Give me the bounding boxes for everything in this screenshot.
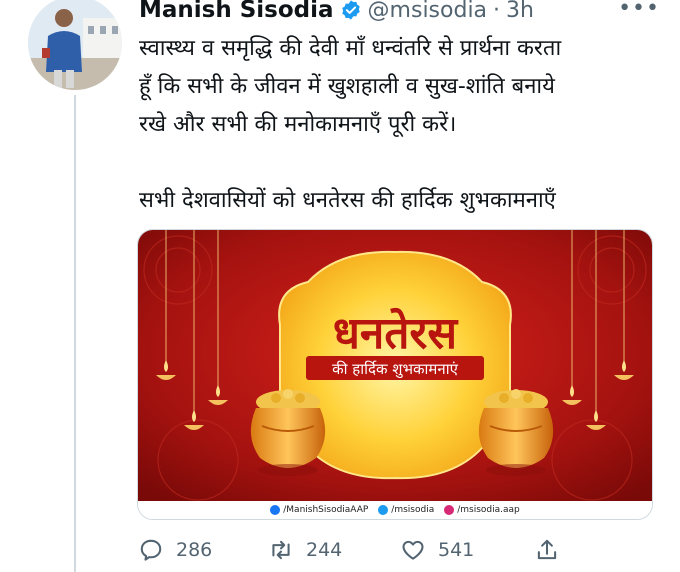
tweet-text-line: रखे और सभी की मनोकामनाएँ पूरी करें। xyxy=(139,112,457,137)
like-button[interactable]: 541 xyxy=(400,532,474,568)
social-facebook: /ManishSisodiaAAP xyxy=(270,505,368,515)
thread-line xyxy=(74,95,76,572)
like-count: 541 xyxy=(438,539,475,561)
avatar-photo xyxy=(28,0,122,90)
twitter-icon xyxy=(378,505,389,515)
social-label: /msisodia xyxy=(391,505,435,515)
facebook-icon xyxy=(270,505,281,515)
author-name[interactable]: Manish Sisodia xyxy=(139,0,334,23)
retweet-count: 244 xyxy=(306,539,343,561)
retweet-icon xyxy=(272,540,290,560)
tweet-text-line: हूँ कि सभी के जीवन में खुशहाली व सुख-शां… xyxy=(139,74,555,99)
heart-icon xyxy=(402,540,424,560)
social-twitter: /msisodia xyxy=(378,505,434,515)
tweet-text: स्वास्थ्य व समृद्धि की देवी माँ धन्वंतरि… xyxy=(139,30,659,220)
avatar[interactable] xyxy=(28,0,122,90)
poster-title: धनतेरस xyxy=(333,307,460,359)
retweet-button[interactable]: 244 xyxy=(268,532,342,568)
dhanteras-poster: धनतेरस की हार्दिक शुभकामनाएं xyxy=(138,230,652,501)
reply-button[interactable]: 286 xyxy=(138,532,212,568)
tweet-text-line: स्वास्थ्य व समृद्धि की देवी माँ धन्वंतरि… xyxy=(139,36,562,61)
separator-dot: · xyxy=(493,0,501,23)
author-handle[interactable]: @msisodia xyxy=(368,0,488,23)
social-instagram: /msisodia.aap xyxy=(444,505,520,515)
more-options-icon[interactable]: ••• xyxy=(618,0,660,21)
tweet-time[interactable]: 3h xyxy=(506,0,534,23)
share-icon xyxy=(537,539,557,560)
tweet-actions: 286 244 541 xyxy=(138,532,568,568)
social-label: /ManishSisodiaAAP xyxy=(283,505,369,515)
poster-subtitle: की हार्दिक शुभकामनाएं xyxy=(332,360,458,379)
tweet-media-image[interactable]: धनतेरस की हार्दिक शुभकामनाएं /ManishSiso… xyxy=(137,229,653,520)
share-button[interactable] xyxy=(534,532,560,568)
tweet-text-line: सभी देशवासियों को धनतेरस की हार्दिक शुभक… xyxy=(139,188,556,213)
verified-badge-icon xyxy=(341,0,360,20)
poster-social-bar: /ManishSisodiaAAP /msisodia /msisodia.aa… xyxy=(138,501,652,519)
tweet-header: Manish Sisodia @msisodia · 3h xyxy=(139,0,534,26)
reply-icon xyxy=(140,539,162,561)
reply-count: 286 xyxy=(176,539,213,561)
instagram-icon xyxy=(444,505,455,515)
social-label: /msisodia.aap xyxy=(457,505,520,515)
